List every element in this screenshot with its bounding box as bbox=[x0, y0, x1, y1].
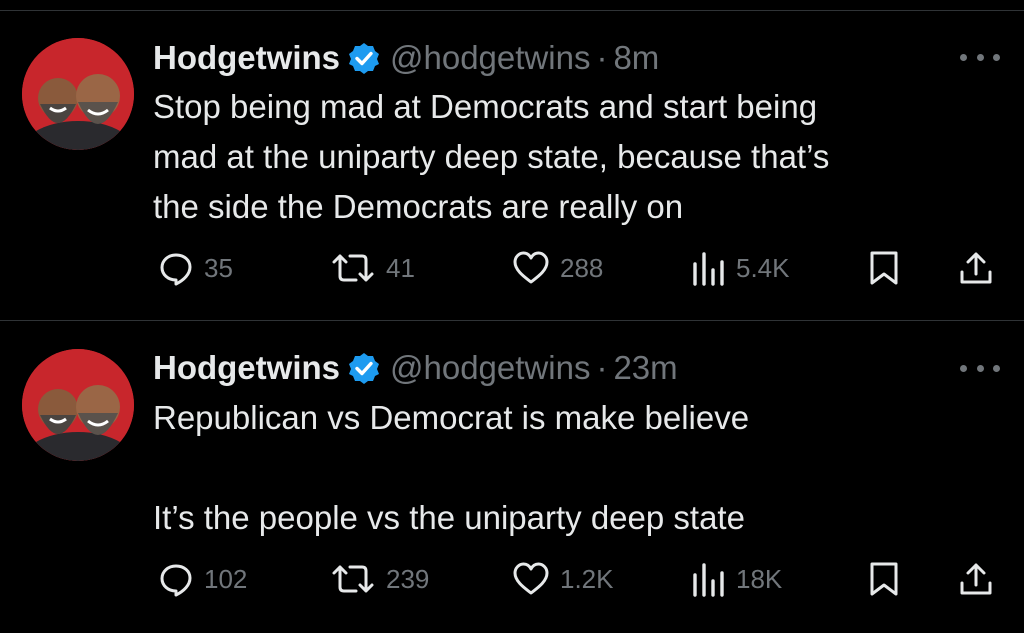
bookmark-icon bbox=[870, 251, 898, 285]
like-count: 1.2K bbox=[560, 563, 614, 594]
reply-icon bbox=[160, 253, 192, 286]
avatar[interactable] bbox=[22, 349, 134, 461]
share-icon bbox=[960, 252, 992, 284]
views-icon bbox=[693, 252, 724, 286]
avatar-image bbox=[22, 349, 134, 461]
like-icon bbox=[513, 251, 549, 284]
tweet-text-line: Stop being mad at Democrats and start be… bbox=[153, 88, 818, 125]
author-handle[interactable]: @hodgetwins bbox=[390, 349, 590, 387]
repost-icon bbox=[332, 254, 374, 282]
share-icon bbox=[960, 563, 992, 595]
tweet-text-line: Republican vs Democrat is make believe bbox=[153, 399, 750, 436]
verified-badge-icon bbox=[348, 352, 380, 384]
reply-button[interactable]: 102 bbox=[158, 559, 247, 599]
bookmark-icon bbox=[870, 562, 898, 596]
reply-icon bbox=[160, 564, 192, 597]
like-button[interactable]: 288 bbox=[512, 248, 603, 288]
timestamp[interactable]: 23m bbox=[613, 349, 677, 387]
repost-count: 239 bbox=[386, 563, 430, 594]
separator: · bbox=[596, 349, 608, 386]
tweet-text-line: the side the Democrats are really on bbox=[153, 188, 684, 225]
reply-button[interactable]: 35 bbox=[158, 248, 233, 288]
bookmark-button[interactable] bbox=[868, 248, 900, 288]
avatar-image bbox=[22, 38, 134, 150]
verified-badge-icon bbox=[348, 42, 380, 74]
author-handle[interactable]: @hodgetwins bbox=[390, 39, 590, 77]
tweet-text-line bbox=[153, 443, 993, 493]
tweet-text: Stop being mad at Democrats and start be… bbox=[153, 82, 993, 232]
tweet[interactable]: Hodgetwins @hodgetwins · 23m Republican … bbox=[0, 321, 1024, 633]
repost-icon bbox=[332, 565, 374, 593]
tweet-actions: 35 41 288 5.4K bbox=[0, 248, 1024, 288]
reply-count: 35 bbox=[204, 252, 233, 283]
share-button[interactable] bbox=[958, 559, 994, 599]
views-button[interactable]: 18K bbox=[690, 559, 782, 599]
more-icon[interactable] bbox=[960, 47, 1000, 67]
tweet-header: Hodgetwins @hodgetwins · 23m bbox=[153, 348, 678, 388]
tweet-text-line: mad at the uniparty deep state, because … bbox=[153, 138, 830, 175]
tweet-text-line: It’s the people vs the uniparty deep sta… bbox=[153, 499, 745, 536]
repost-button[interactable]: 239 bbox=[330, 559, 429, 599]
like-icon bbox=[513, 562, 549, 595]
views-icon bbox=[693, 563, 724, 597]
reply-count: 102 bbox=[204, 563, 248, 594]
share-button[interactable] bbox=[958, 248, 994, 288]
views-count: 18K bbox=[736, 563, 783, 594]
tweet[interactable]: Hodgetwins @hodgetwins · 8m Stop being m… bbox=[0, 0, 1024, 320]
repost-button[interactable]: 41 bbox=[330, 248, 415, 288]
tweet-actions: 102 239 1.2K 18K bbox=[0, 559, 1024, 599]
like-count: 288 bbox=[560, 252, 604, 283]
views-button[interactable]: 5.4K bbox=[690, 248, 790, 288]
repost-count: 41 bbox=[386, 252, 415, 283]
author-name[interactable]: Hodgetwins bbox=[153, 349, 340, 387]
author-name[interactable]: Hodgetwins bbox=[153, 39, 340, 77]
timestamp[interactable]: 8m bbox=[613, 39, 659, 77]
bookmark-button[interactable] bbox=[868, 559, 900, 599]
tweet-header: Hodgetwins @hodgetwins · 8m bbox=[153, 38, 659, 78]
avatar[interactable] bbox=[22, 38, 134, 150]
more-icon[interactable] bbox=[960, 358, 1000, 378]
separator: · bbox=[596, 39, 608, 76]
views-count: 5.4K bbox=[736, 252, 790, 283]
like-button[interactable]: 1.2K bbox=[512, 559, 614, 599]
tweet-text: Republican vs Democrat is make believe I… bbox=[153, 393, 993, 543]
